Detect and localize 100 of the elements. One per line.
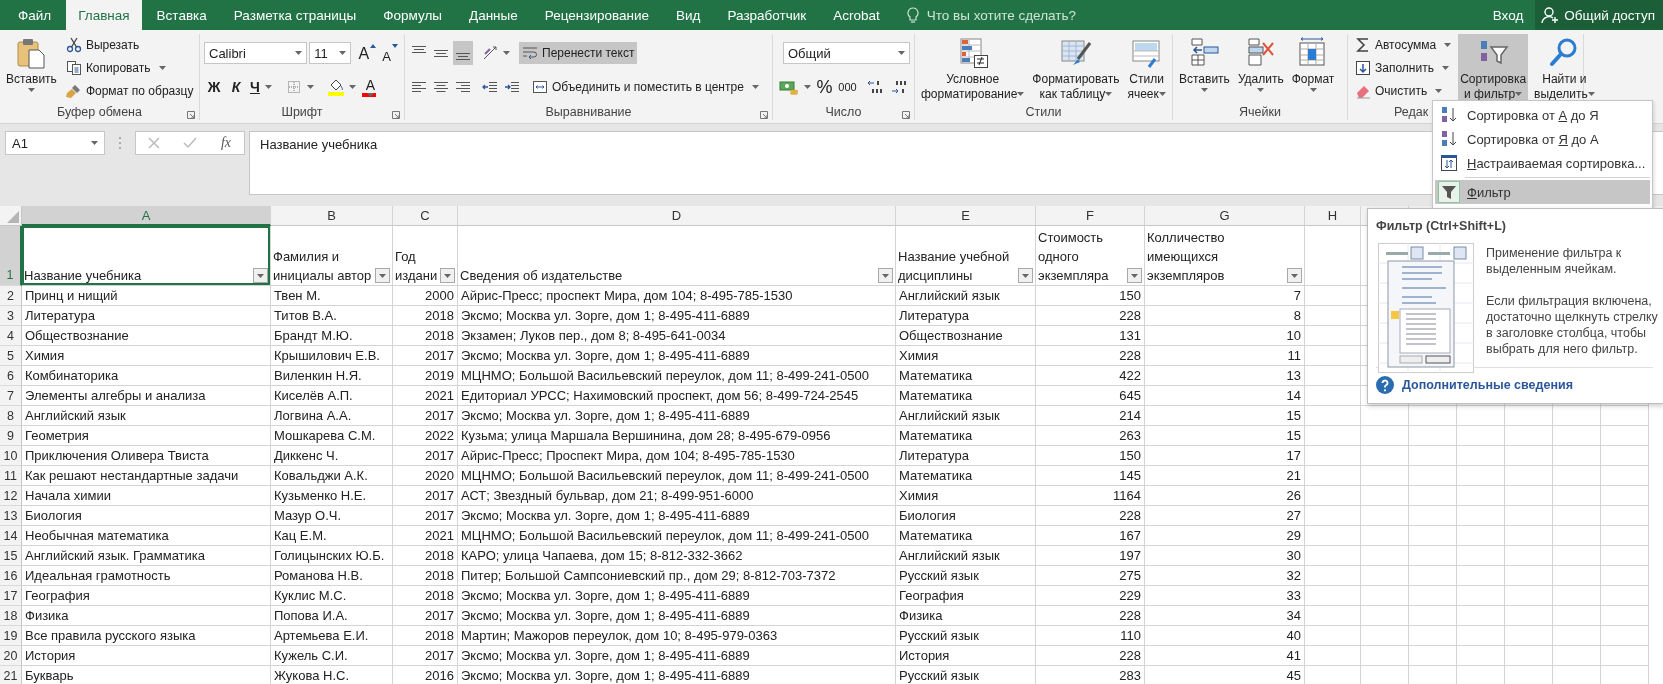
table-cell: Айрис-Пресс; Проспект Мира, дом 104; 8-495-785-1530 xyxy=(458,446,896,466)
tooltip-text: Если фильтрация включена, достаточно щелкнуть стрелку в заголовке столбца, чтобы выбрать для него фильтр. xyxy=(1486,293,1659,357)
table-cell: 2017 xyxy=(393,606,458,626)
table-cell: 2018 xyxy=(393,586,458,606)
table-cell: Математика xyxy=(896,526,1036,546)
table-cell: Кужель С.И. xyxy=(271,646,393,666)
table-cell: Литература xyxy=(896,306,1036,326)
table-cell: 1164 xyxy=(1036,486,1145,506)
table-cell: Брандт М.Ю. xyxy=(271,326,393,346)
table-cell: Мазур О.Ч. xyxy=(271,506,393,526)
table-cell: Биология xyxy=(896,506,1036,526)
table-cell: Виленкин Н.Я. xyxy=(271,366,393,386)
table-cell: 30 xyxy=(1145,546,1305,566)
table-cell: Обществознание xyxy=(22,326,271,346)
column-heading: Колличество имеющихся экземпляров xyxy=(1147,229,1226,285)
table-cell: 2018 xyxy=(393,306,458,326)
group-label: Ячейки xyxy=(1239,105,1281,119)
table-cell: 2021 xyxy=(393,386,458,406)
table-cell: Английский язык. Грамматика xyxy=(22,546,271,566)
table-cell: Киселёв А.П. xyxy=(271,386,393,406)
table-cell: 2017 xyxy=(393,646,458,666)
table-cell: География xyxy=(22,586,271,606)
table-cell: 2018 xyxy=(393,546,458,566)
table-cell: 34 xyxy=(1145,606,1305,626)
table-cell: 15 xyxy=(1145,426,1305,446)
table-cell: 21 xyxy=(1145,466,1305,486)
table-cell: Химия xyxy=(22,346,271,366)
table-cell: Математика xyxy=(896,366,1036,386)
table-cell: Химия xyxy=(896,346,1036,366)
table-cell: 110 xyxy=(1036,626,1145,646)
table-cell: Принц и нищий xyxy=(22,286,271,306)
table-cell: Мошкарева С.М. xyxy=(271,426,393,446)
table-cell: 2017 xyxy=(393,346,458,366)
table-cell: Голицынских Ю.Б. xyxy=(271,546,393,566)
table-cell: Жукова Н.С. xyxy=(271,666,393,684)
table-cell: 45 xyxy=(1145,666,1305,684)
table-cell: Элементы алгебры и анализа xyxy=(22,386,271,406)
table-cell: 197 xyxy=(1036,546,1145,566)
table-cell: 422 xyxy=(1036,366,1145,386)
table-cell: 283 xyxy=(1036,666,1145,684)
table-cell: Питер; Большой Сампсониевский пр., дом 29; 8-812-703-7372 xyxy=(458,566,896,586)
table-cell: Комбинаторика xyxy=(22,366,271,386)
table-cell: Химия xyxy=(896,486,1036,506)
table-cell: Эксмо; Москва ул. Зорге, дом 1; 8-495-411-6889 xyxy=(458,346,896,366)
table-cell: 2018 xyxy=(393,566,458,586)
table-cell: Русский язык xyxy=(896,666,1036,684)
table-cell: 167 xyxy=(1036,526,1145,546)
table-cell: Физика xyxy=(896,606,1036,626)
table-cell: 228 xyxy=(1036,646,1145,666)
table-cell: Английский язык xyxy=(896,286,1036,306)
table-cell: 33 xyxy=(1145,586,1305,606)
tooltip-title: Фильтр (Ctrl+Shift+L) xyxy=(1376,219,1507,233)
table-cell: 228 xyxy=(1036,306,1145,326)
table-cell: 2018 xyxy=(393,326,458,346)
table-cell: 645 xyxy=(1036,386,1145,406)
table-cell: Куклис М.С. xyxy=(271,586,393,606)
table-cell: 13 xyxy=(1145,366,1305,386)
table-cell: 14 xyxy=(1145,386,1305,406)
table-cell: 32 xyxy=(1145,566,1305,586)
table-cell: 17 xyxy=(1145,446,1305,466)
table-cell: 145 xyxy=(1036,466,1145,486)
column-heading: Стоимость одного экземпляра xyxy=(1038,229,1110,285)
group-label: Выравнивание xyxy=(545,105,632,119)
table-cell: 26 xyxy=(1145,486,1305,506)
column-heading: Название учебной дисциплины xyxy=(898,248,1011,285)
table-cell: 150 xyxy=(1036,446,1145,466)
table-cell: 2019 xyxy=(393,366,458,386)
table-cell: Эксмо; Москва ул. Зорге, дом 1; 8-495-411-6889 xyxy=(458,646,896,666)
group-label: Шрифт xyxy=(281,105,323,119)
group-label: Стили xyxy=(1025,105,1062,119)
table-cell: Русский язык xyxy=(896,626,1036,646)
table-cell: 228 xyxy=(1036,346,1145,366)
table-cell: 275 xyxy=(1036,566,1145,586)
table-cell: Едиториал УРСС; Нахимовский проспект, дом 56; 8-499-724-2545 xyxy=(458,386,896,406)
table-cell: Эксмо; Москва ул. Зорге, дом 1; 8-495-411-6889 xyxy=(458,606,896,626)
table-cell: Биология xyxy=(22,506,271,526)
table-cell: 131 xyxy=(1036,326,1145,346)
table-cell: История xyxy=(22,646,271,666)
table-cell: КАРО; улица Чапаева, дом 15; 8-812-332-3662 xyxy=(458,546,896,566)
table-cell: 41 xyxy=(1145,646,1305,666)
tooltip-text: Применение фильтра к выделенным ячейкам. xyxy=(1486,245,1623,277)
table-cell: Артемьева Е.И. xyxy=(271,626,393,646)
table-cell: Романова Н.В. xyxy=(271,566,393,586)
table-cell: 40 xyxy=(1145,626,1305,646)
group-label: Буфер обмена xyxy=(57,105,142,119)
table-cell: Букварь xyxy=(22,666,271,684)
table-cell: Математика xyxy=(896,466,1036,486)
table-cell: 2017 xyxy=(393,486,458,506)
table-cell: 8 xyxy=(1145,306,1305,326)
table-cell: Кац Е.М. xyxy=(271,526,393,546)
table-cell: Айрис-Пресс; проспект Мира, дом 104; 8-495-785-1530 xyxy=(458,286,896,306)
table-cell: 27 xyxy=(1145,506,1305,526)
table-cell: 15 xyxy=(1145,406,1305,426)
table-cell: Кузьменко Н.Е. xyxy=(271,486,393,506)
table-cell: Эксмо; Москва ул. Зорге, дом 1; 8-495-411-6889 xyxy=(458,666,896,684)
table-cell: МЦНМО; Большой Васильевский переулок, дом 11; 8-499-241-0500 xyxy=(458,466,896,486)
table-cell: Диккенс Ч. xyxy=(271,446,393,466)
column-heading: Название учебника xyxy=(24,267,142,285)
table-cell: Эксмо; Москва ул. Зорге, дом 1; 8-495-411-6889 xyxy=(458,506,896,526)
table-cell: 2021 xyxy=(393,526,458,546)
